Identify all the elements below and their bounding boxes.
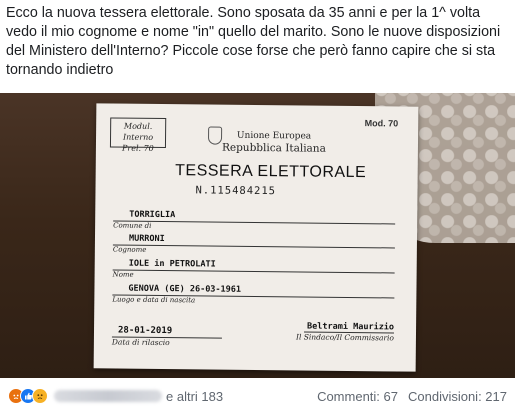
post-text: Ecco la nuova tessera elettorale. Sono s… (6, 5, 501, 78)
blurred-reactor-names (54, 390, 162, 402)
signer-label: Il Sindaco/Il Commissario (295, 332, 395, 343)
engagement-counts: Commenti: 67 Condivisioni: 217 (317, 389, 507, 404)
modul-line-2: Prel. 70 (121, 143, 154, 153)
field-comune: TORRIGLIA Comune di (113, 210, 396, 234)
field-label: Luogo e data di nascita (112, 295, 196, 305)
reactions-summary[interactable] (8, 388, 48, 404)
post-footer: e altri 183 Commenti: 67 Condivisioni: 2… (0, 378, 515, 414)
reactions-others[interactable]: e altri 183 (166, 389, 223, 404)
mod-number: Mod. 70 (364, 118, 399, 129)
field-nascita: GENOVA (GE) 26-03-1961 Luogo e data di n… (112, 283, 395, 307)
issue-date: 28-01-2019 (117, 325, 173, 337)
issue-date-field: 28-01-2019 Data di rilascio (112, 325, 222, 347)
field-cognome: MURRONI Cognome (113, 234, 395, 258)
field-nome: IOLE in PETROLATI Nome (113, 259, 395, 283)
post-photo[interactable]: Modul. Interno Prel. 70 Mod. 70 Unione E… (0, 93, 515, 378)
shares-count[interactable]: Condivisioni: 217 (408, 389, 507, 404)
card-title: TESSERA ELETTORALE (175, 162, 367, 182)
field-label: Comune di (113, 221, 152, 230)
voter-card: Modul. Interno Prel. 70 Mod. 70 Unione E… (93, 103, 419, 372)
modul-box: Modul. Interno Prel. 70 (109, 117, 167, 153)
union-label: Unione Europea (236, 130, 312, 142)
signer-field: Beltrami Maurizio Il Sindaco/Il Commissa… (284, 321, 395, 343)
card-serial: N.115484215 (195, 184, 277, 198)
field-label: Cognome (112, 245, 147, 254)
comments-count[interactable]: Commenti: 67 (317, 389, 398, 404)
modul-line-1: Modul. Interno (122, 121, 154, 142)
issue-date-label: Data di rilascio (111, 337, 170, 348)
sad-reaction-icon (32, 388, 48, 404)
republic-label: Repubblica Italiana (221, 141, 326, 155)
field-label: Nome (112, 270, 134, 279)
signer-name: Beltrami Maurizio (307, 321, 395, 333)
